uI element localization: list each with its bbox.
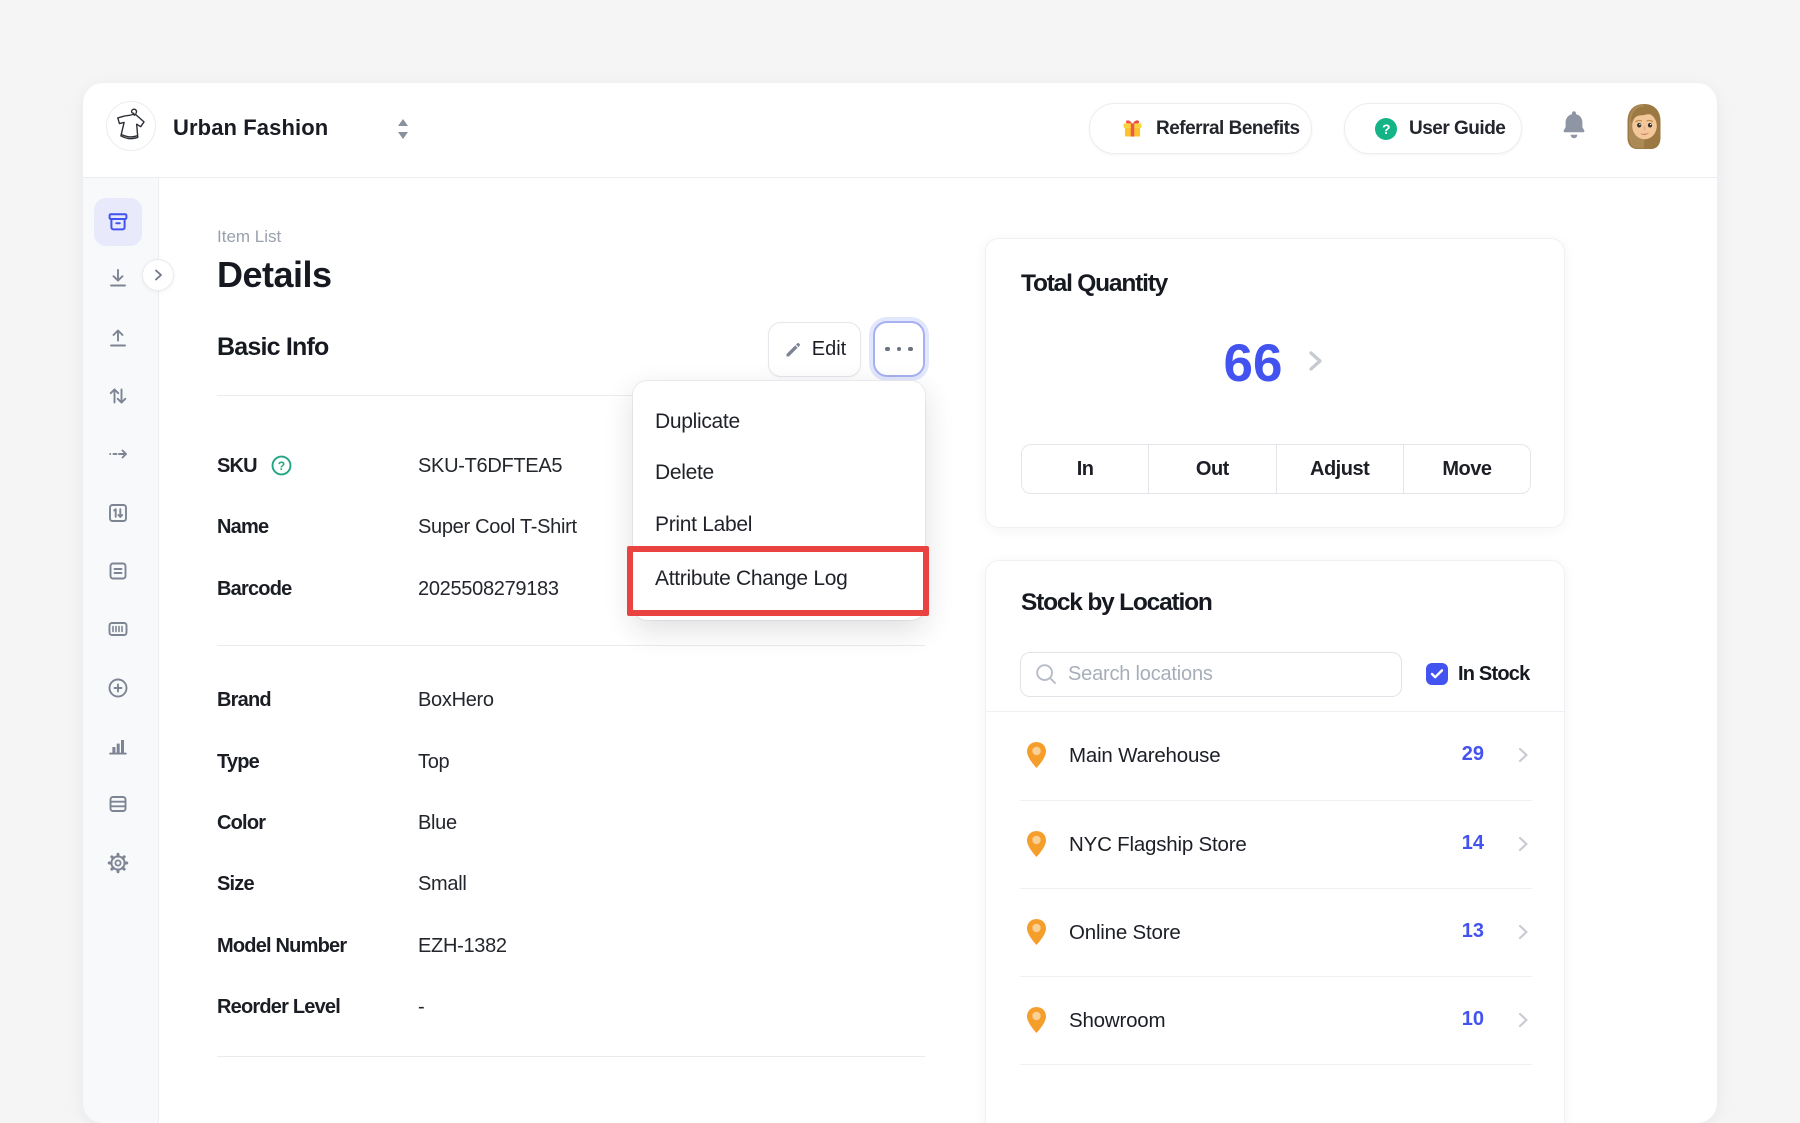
svg-text:?: ? — [278, 459, 285, 473]
svg-text:?: ? — [1382, 121, 1390, 137]
